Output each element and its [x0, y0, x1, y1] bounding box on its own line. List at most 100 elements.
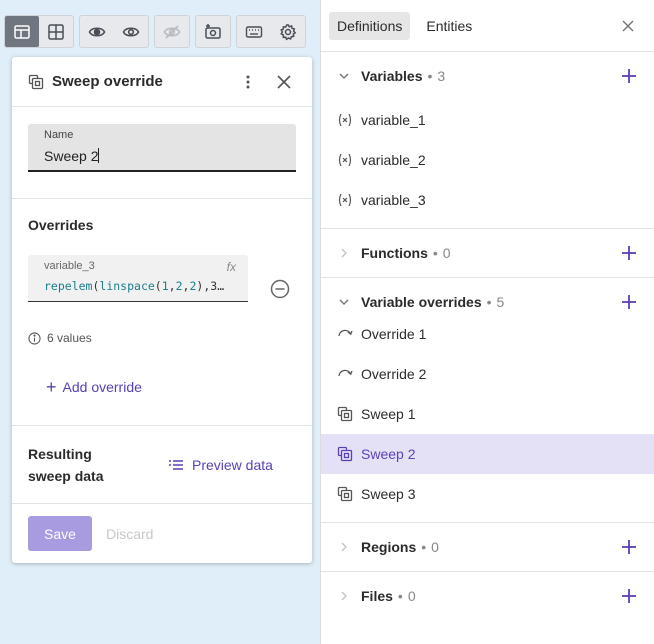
- chevron-down-icon: [337, 69, 351, 83]
- override-variable-label: variable_3: [44, 260, 95, 272]
- list-item-variable[interactable]: variable_1: [321, 100, 654, 140]
- override-expression-field[interactable]: variable_3 fx repelem(linspace(1,2,2),3…: [28, 255, 248, 302]
- group-count: 5: [496, 294, 505, 310]
- variable-icon: [337, 152, 353, 168]
- panel-title: Sweep override: [52, 73, 163, 90]
- keyboard-icon: [245, 25, 263, 38]
- item-label: variable_1: [361, 112, 426, 128]
- item-label: variable_3: [361, 192, 426, 208]
- group-header-functions[interactable]: Functions • 0: [321, 229, 654, 277]
- variable-icon: [337, 192, 353, 208]
- add-override-icon[interactable]: [620, 293, 638, 311]
- panel-footer: Save Discard: [12, 504, 312, 563]
- group-name: Variable overrides: [361, 294, 482, 310]
- group-name: Functions: [361, 245, 428, 261]
- camera-add-icon: [205, 23, 221, 39]
- add-function-icon[interactable]: [620, 244, 638, 262]
- group-header-regions[interactable]: Regions • 0: [321, 523, 654, 571]
- list-item-variable[interactable]: variable_3: [321, 180, 654, 220]
- gear-icon: [280, 23, 297, 40]
- overrides-title: Overrides: [28, 217, 94, 233]
- preview-data-button[interactable]: Preview data: [168, 457, 273, 473]
- toolbar: [4, 15, 306, 48]
- group-count: 3: [437, 68, 446, 84]
- add-variable-icon[interactable]: [620, 67, 638, 85]
- eye-show-icon: [88, 26, 106, 37]
- add-override-button[interactable]: + Add override: [46, 377, 142, 397]
- variable-icon: [337, 112, 353, 128]
- add-camera-button[interactable]: [196, 16, 230, 47]
- plus-icon: +: [46, 377, 57, 397]
- override-expression: repelem(linspace(1,2,2),3…: [44, 279, 225, 293]
- group-name: Variables: [361, 68, 423, 84]
- item-label: Sweep 1: [361, 406, 416, 422]
- visibility-group: [79, 15, 149, 48]
- sweep-icon: [337, 486, 353, 502]
- result-title: Resulting sweep data: [28, 445, 104, 484]
- group-header-files[interactable]: Files • 0: [321, 572, 654, 620]
- sidebar-tabs: Definitions Entities: [321, 0, 654, 52]
- item-label: variable_2: [361, 152, 426, 168]
- values-count: 6 values: [47, 331, 92, 345]
- list-item-sweep[interactable]: Sweep 3: [321, 474, 654, 514]
- discard-button[interactable]: Discard: [106, 526, 153, 542]
- result-section: Resulting sweep data Preview data: [12, 426, 312, 504]
- group-name: Regions: [361, 539, 417, 555]
- more-options-icon[interactable]: [236, 70, 260, 94]
- tab-entities[interactable]: Entities: [418, 12, 480, 40]
- sweep-override-panel: Sweep override Name Sweep 2 Overrides va…: [12, 57, 312, 563]
- group-functions: Functions • 0: [321, 229, 654, 278]
- sweep-icon: [337, 406, 353, 422]
- chevron-right-icon: [337, 540, 351, 554]
- group-files: Files • 0: [321, 572, 654, 620]
- chevron-down-icon: [337, 295, 351, 309]
- layout-list-button[interactable]: [5, 16, 39, 47]
- sweep-icon: [28, 74, 44, 90]
- list-item-sweep-selected[interactable]: Sweep 2: [321, 434, 654, 474]
- list-item-sweep[interactable]: Sweep 1: [321, 394, 654, 434]
- show-button[interactable]: [114, 16, 148, 47]
- save-button[interactable]: Save: [28, 516, 92, 551]
- settings-button[interactable]: [271, 16, 305, 47]
- group-variable-overrides: Variable overrides • 5 Override 1 Overri…: [321, 278, 654, 523]
- chevron-right-icon: [337, 246, 351, 260]
- group-variables: Variables • 3 variable_1 variable_2 vari…: [321, 52, 654, 229]
- function-icon[interactable]: fx: [227, 260, 236, 274]
- list-item-variable[interactable]: variable_2: [321, 140, 654, 180]
- tab-definitions[interactable]: Definitions: [329, 11, 411, 40]
- override-icon: [337, 326, 353, 342]
- name-field[interactable]: Name Sweep 2: [28, 124, 296, 172]
- group-count: 0: [431, 539, 439, 555]
- keyboard-shortcuts-button[interactable]: [237, 16, 271, 47]
- list-item-override[interactable]: Override 1: [321, 314, 654, 354]
- values-info: 6 values: [28, 331, 92, 345]
- panel-header: Sweep override: [12, 57, 312, 107]
- definitions-sidebar: Definitions Entities Variables • 3 varia…: [320, 0, 654, 644]
- show-all-button[interactable]: [80, 16, 114, 47]
- hide-group: [154, 15, 190, 48]
- override-icon: [337, 366, 353, 382]
- view-toggle-group: [4, 15, 74, 48]
- hide-button[interactable]: [155, 16, 189, 47]
- eye-icon: [122, 26, 140, 37]
- close-icon[interactable]: [618, 16, 638, 36]
- grid-view-button[interactable]: [39, 16, 73, 47]
- close-icon[interactable]: [272, 70, 296, 94]
- eye-off-icon: [163, 24, 181, 39]
- add-file-icon[interactable]: [620, 587, 638, 605]
- name-value: Sweep 2: [44, 148, 100, 164]
- item-label: Sweep 3: [361, 486, 416, 502]
- list-icon: [169, 459, 183, 470]
- remove-override-icon[interactable]: [270, 279, 290, 299]
- chevron-right-icon: [337, 589, 351, 603]
- grid-icon: [48, 23, 64, 40]
- info-icon: [28, 331, 41, 345]
- add-region-icon[interactable]: [620, 538, 638, 556]
- group-header-variables[interactable]: Variables • 3: [321, 52, 654, 100]
- item-label: Override 1: [361, 326, 427, 342]
- name-section: Name Sweep 2: [12, 107, 312, 199]
- list-item-override[interactable]: Override 2: [321, 354, 654, 394]
- overrides-section: Overrides variable_3 fx repelem(linspace…: [12, 199, 312, 426]
- sweep-icon: [337, 446, 353, 462]
- camera-group: [195, 15, 231, 48]
